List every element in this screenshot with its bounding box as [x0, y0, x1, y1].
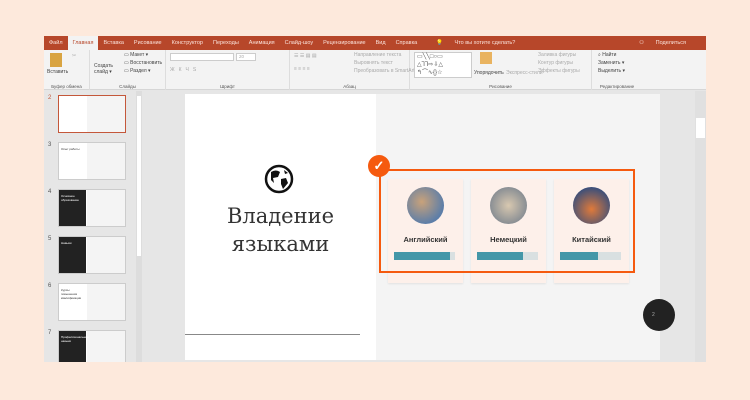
tell-me-search[interactable]: 💡 Что вы хотите сделать?: [426, 36, 525, 50]
share-button[interactable]: ⚇ Поделиться: [629, 36, 696, 50]
strike-button[interactable]: S: [193, 67, 200, 73]
bold-button[interactable]: Ж: [170, 67, 179, 73]
list-icons[interactable]: ☰ ☰ ▤ ▤: [294, 53, 317, 59]
slide-thumbnail[interactable]: Профессиональные навыки: [58, 330, 126, 362]
reset-label: Восстановить: [130, 60, 163, 66]
replace-button[interactable]: Заменить ▾: [598, 60, 624, 66]
font-group: 20 ЖКЧS Шрифт: [166, 50, 290, 90]
cut-icon[interactable]: ✂: [72, 53, 76, 59]
align-icons[interactable]: ≡ ≡ ≡ ≡: [294, 66, 310, 72]
font-format-buttons[interactable]: ЖКЧS: [170, 67, 200, 73]
slide-thumbnail[interactable]: Навыки: [58, 236, 126, 274]
thumbnail-title: Навыки: [61, 241, 72, 245]
tell-me-label: Что вы хотите сделать?: [454, 40, 516, 46]
find-label: Найти: [602, 52, 617, 58]
lightbulb-icon: 💡: [436, 40, 444, 46]
clipboard-group: Вставить ✂ Буфер обмена: [44, 50, 90, 90]
thumbnail-title: Профессиональные навыки: [61, 335, 90, 343]
slide-thumbnail[interactable]: Опыт работы: [58, 142, 126, 180]
person-icon: ⚇: [639, 40, 646, 46]
slides-label: Слайды: [119, 84, 136, 89]
drawing-group: ▭╲╲□○▭ △⅂⅂⇨⇩△ ↰⌒∿{}☆ Упорядочить Экспресс-…: [410, 50, 592, 90]
slide-thumbnails-panel: 2 3 Опыт работы 4 Основное образование 5 Навык…: [44, 91, 136, 362]
title-line-1: Владение: [226, 204, 335, 228]
ribbon: Вставить ✂ Буфер обмена Создать слайд ▾ ▭…: [44, 50, 706, 90]
title-line-2: языками: [231, 232, 330, 256]
page-number-badge: 2: [643, 299, 675, 331]
divider-line: [185, 334, 360, 335]
share-label: Поделиться: [655, 40, 686, 46]
underline-button[interactable]: Ч: [186, 67, 193, 73]
new-slide-label2: слайд: [94, 69, 108, 75]
thumbnail-title: Основное образование: [61, 194, 79, 202]
paragraph-label: Абзац: [343, 84, 356, 89]
clipboard-label: Буфер обмена: [51, 84, 82, 89]
thumbnail-number: 5: [48, 236, 52, 242]
paragraph-group: ☰ ☰ ▤ ▤ ≡ ≡ ≡ ≡ Направление текста Выров…: [290, 50, 415, 90]
select-button[interactable]: Выделить ▾: [598, 68, 625, 74]
reset-button[interactable]: ▭ Восстановить: [124, 60, 162, 66]
arrange-icon: [480, 52, 492, 64]
layout-button[interactable]: ▭ Макет ▾: [124, 52, 148, 58]
paste-icon: [50, 53, 62, 67]
tab-slideshow[interactable]: Слайд-шоу: [280, 36, 319, 50]
tab-home[interactable]: Главная: [67, 36, 99, 50]
slide-thumbnail[interactable]: Основное образование: [58, 189, 126, 227]
thumbnail-title: Опыт работы: [61, 147, 80, 151]
powerpoint-window: Файл Главная Вставка Рисование Конструкт…: [44, 36, 706, 362]
tab-file[interactable]: Файл: [44, 36, 68, 50]
thumbnails-scroll-thumb[interactable]: [137, 96, 141, 256]
find-button[interactable]: ⌕ Найти: [598, 52, 616, 58]
layout-label: Макет: [130, 52, 145, 58]
italic-button[interactable]: К: [179, 67, 186, 73]
tab-animations[interactable]: Анимация: [244, 36, 280, 50]
thumbnail-number: 6: [48, 283, 52, 289]
slide-thumbnail[interactable]: Курсы повышения квалификации: [58, 283, 126, 321]
shape-outline-button[interactable]: Контур фигуры: [538, 60, 573, 66]
slide-title[interactable]: Владение языками: [185, 202, 376, 258]
globe-icon: [264, 164, 294, 194]
editing-label: Редактирование: [599, 84, 635, 89]
shapes-gallery[interactable]: ▭╲╲□○▭ △⅂⅂⇨⇩△ ↰⌒∿{}☆: [414, 52, 472, 78]
tab-help[interactable]: Справка: [391, 36, 423, 50]
slide-scroll-thumb[interactable]: [696, 118, 705, 138]
arrange-button[interactable]: Упорядочить: [474, 70, 504, 76]
select-label: Выделить: [598, 68, 622, 74]
font-name-select[interactable]: [170, 53, 234, 61]
drawing-label: Рисование: [489, 84, 512, 89]
shape-fill-button[interactable]: Заливка фигуры: [538, 52, 576, 58]
slide-canvas[interactable]: Владение языками Английский Немецкий Китайс…: [185, 94, 675, 360]
slide-thumbnail[interactable]: [58, 95, 126, 133]
tab-design[interactable]: Конструктор: [167, 36, 208, 50]
tab-review[interactable]: Рецензирование: [318, 36, 370, 50]
slides-group: Создать слайд ▾ ▭ Макет ▾ ▭ Восстановить …: [90, 50, 166, 90]
paste-button[interactable]: Вставить: [47, 69, 68, 75]
font-label: Шрифт: [220, 84, 235, 89]
thumbnail-number: 3: [48, 142, 52, 148]
tab-view[interactable]: Вид: [371, 36, 391, 50]
tab-insert[interactable]: Вставка: [98, 36, 128, 50]
thumbnail-number: 2: [48, 95, 52, 101]
thumbnail-number: 4: [48, 189, 52, 195]
replace-label: Заменить: [598, 60, 621, 66]
font-size-select[interactable]: 20: [236, 53, 256, 61]
ribbon-tabs: Файл Главная Вставка Рисование Конструкт…: [44, 36, 706, 50]
section-label: Раздел: [130, 68, 147, 74]
tab-draw[interactable]: Рисование: [129, 36, 167, 50]
text-direction-button[interactable]: Направление текста: [354, 52, 401, 58]
checkmark-icon: ✓: [368, 155, 390, 177]
section-button[interactable]: ▭ Раздел ▾: [124, 68, 151, 74]
shape-effects-button[interactable]: Эффекты фигуры: [538, 68, 580, 74]
editing-group: ⌕ Найти Заменить ▾ Выделить ▾ Редактиров…: [592, 50, 642, 90]
selection-highlight: [379, 169, 635, 273]
align-text-button[interactable]: Выровнять текст: [354, 60, 393, 66]
thumbnail-number: 7: [48, 330, 52, 336]
thumbnail-title: Курсы повышения квалификации: [61, 288, 82, 300]
slide-left-panel: Владение языками: [185, 94, 376, 360]
new-slide-button[interactable]: Создать слайд ▾: [94, 63, 113, 75]
tab-transitions[interactable]: Переходы: [208, 36, 244, 50]
smartart-button[interactable]: Преобразовать в SmartArt: [354, 68, 415, 74]
